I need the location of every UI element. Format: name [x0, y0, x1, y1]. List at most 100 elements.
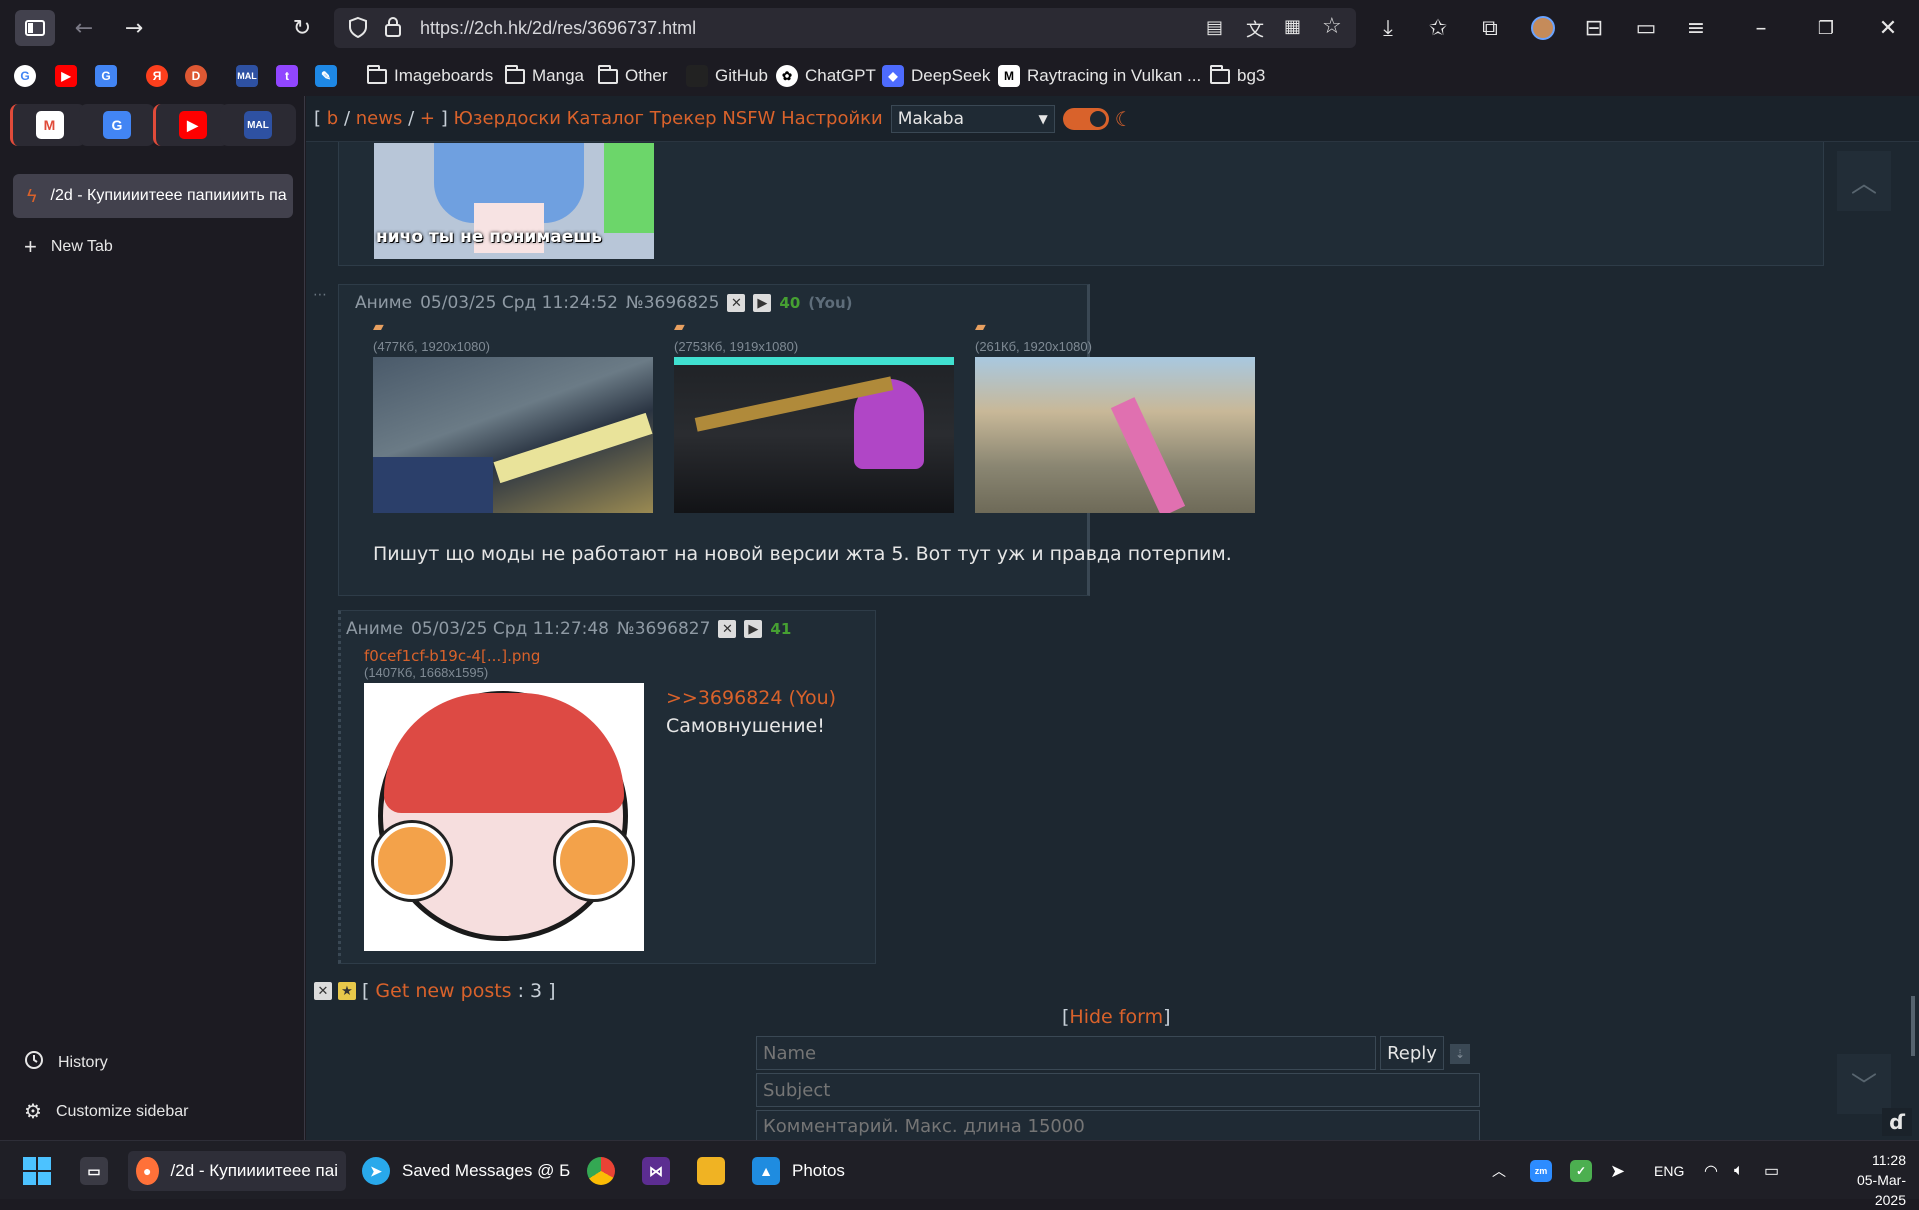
taskbar-visual-studio[interactable]: ⋈: [642, 1151, 670, 1191]
extensions-icon[interactable]: ⧉: [1472, 10, 1508, 46]
get-new-posts-link[interactable]: Get new posts: [375, 980, 511, 1002]
moon-icon[interactable]: ☾: [1115, 107, 1133, 131]
bookmarks-menu-icon[interactable]: ✩: [1420, 10, 1456, 46]
youtube-bookmark-icon[interactable]: ▶: [55, 64, 77, 88]
taskbar-chrome[interactable]: [587, 1151, 615, 1191]
nav-link-nsfw[interactable]: NSFW: [722, 108, 775, 129]
pinned-tab-youtube[interactable]: ▶: [153, 104, 229, 146]
post-number[interactable]: №3696827: [617, 619, 710, 639]
downloads-icon[interactable]: ⤓: [1370, 10, 1406, 46]
sidebar-toggle-icon[interactable]: [15, 10, 55, 46]
bookmark-folder-imageboards[interactable]: Imageboards: [367, 64, 493, 88]
bookmark-star-icon[interactable]: ☆: [1322, 14, 1342, 39]
nav-link-userboards[interactable]: Юзердоски: [453, 108, 560, 129]
nav-link-settings[interactable]: Настройки: [781, 108, 883, 129]
hide-post-icon[interactable]: ✕: [727, 294, 746, 312]
url-text[interactable]: https://2ch.hk/2d/res/3696737.html: [420, 18, 696, 39]
bookmark-folder-other[interactable]: Other: [598, 64, 668, 88]
reader-view-icon[interactable]: ▤: [1206, 17, 1223, 38]
play-icon[interactable]: ▶: [744, 620, 763, 638]
forward-icon[interactable]: →: [116, 10, 152, 46]
bookmark-github[interactable]: GitHub: [686, 64, 768, 88]
sidebar-panel-icon[interactable]: ▭: [1628, 10, 1664, 46]
nav-link-tracker[interactable]: Трекер: [650, 108, 717, 129]
wifi-icon[interactable]: ◠: [1704, 1151, 1718, 1191]
nav-link-catalog[interactable]: Каталог: [567, 108, 644, 129]
containers-icon[interactable]: ⊟: [1576, 10, 1612, 46]
board-link-news[interactable]: news: [356, 108, 403, 129]
menu-icon[interactable]: ≡: [1678, 10, 1714, 46]
page-scrollbar-thumb[interactable]: [1911, 996, 1915, 1056]
dollchan-extension-icon[interactable]: ɗ: [1882, 1108, 1912, 1136]
translate-icon[interactable]: 文: [1246, 16, 1264, 42]
battery-icon[interactable]: ▭: [1764, 1151, 1779, 1191]
volume-icon[interactable]: 🔈︎: [1734, 1151, 1744, 1191]
scroll-down-button[interactable]: ﹀: [1837, 1054, 1891, 1114]
zoom-tray-icon[interactable]: zm: [1530, 1151, 1552, 1191]
post-number[interactable]: №3696825: [626, 293, 719, 313]
hide-form-link[interactable]: Hide form: [1069, 1006, 1163, 1028]
active-tab[interactable]: ϟ /2d - Купиииитеее папиииить па: [13, 174, 293, 218]
post-image-thumbnail[interactable]: ничо ты не понимаешь: [374, 143, 654, 259]
file-icon[interactable]: ▰: [373, 319, 384, 335]
board-link-b[interactable]: b: [327, 108, 338, 129]
pinned-tab-translate[interactable]: G: [79, 104, 155, 146]
star-icon[interactable]: ★: [338, 982, 356, 1000]
close-window-icon[interactable]: ✕: [1870, 10, 1906, 46]
play-icon[interactable]: ▶: [753, 294, 772, 312]
task-view-button[interactable]: ▭: [80, 1151, 108, 1191]
yandex-bookmark-icon[interactable]: Я: [146, 64, 168, 88]
taskbar-telegram[interactable]: ➤ Saved Messages @ Б: [362, 1151, 570, 1191]
reply-button[interactable]: Reply: [1380, 1036, 1444, 1070]
bookmark-chatgpt[interactable]: ✿ ChatGPT: [776, 64, 876, 88]
file-name-link[interactable]: f0cef1cf-b19c-4[...].png: [364, 647, 540, 665]
mal-bookmark-icon[interactable]: MAL: [236, 64, 258, 88]
pinned-tab-gmail[interactable]: M: [10, 104, 86, 146]
translate-bookmark-icon[interactable]: G: [95, 64, 117, 88]
taskbar-firefox[interactable]: ● /2d - Купиииитеее паі: [128, 1151, 346, 1191]
pinned-tab-mal[interactable]: MAL: [220, 104, 296, 146]
minimize-icon[interactable]: –: [1743, 10, 1779, 46]
shield-icon[interactable]: [348, 16, 368, 42]
back-icon[interactable]: ←: [66, 10, 102, 46]
extensions-grid-icon[interactable]: ▦: [1284, 16, 1301, 37]
language-indicator[interactable]: ENG: [1654, 1151, 1684, 1191]
bookmark-raytracing[interactable]: M Raytracing in Vulkan ...: [998, 64, 1201, 88]
duckduckgo-bookmark-icon[interactable]: D: [185, 64, 207, 88]
comment-textarea[interactable]: [756, 1110, 1480, 1140]
reload-icon[interactable]: ↻: [284, 10, 320, 46]
close-icon[interactable]: ✕: [314, 982, 332, 1000]
new-tab-button[interactable]: + New Tab: [24, 234, 113, 260]
security-tray-icon[interactable]: ✓: [1570, 1151, 1592, 1191]
app-bookmark-icon[interactable]: ✎: [315, 64, 337, 88]
start-button[interactable]: [22, 1151, 52, 1191]
url-bar[interactable]: https://2ch.hk/2d/res/3696737.html ▤ 文 ▦…: [334, 8, 1356, 48]
post-image-thumbnail[interactable]: [373, 357, 653, 513]
post-image-thumbnail[interactable]: [975, 357, 1255, 513]
lock-icon[interactable]: [384, 16, 402, 42]
telegram-tray-icon[interactable]: ➤: [1610, 1151, 1625, 1191]
theme-toggle[interactable]: [1062, 107, 1109, 130]
customize-sidebar-button[interactable]: ⚙ Customize sidebar: [24, 1099, 188, 1124]
form-options-icon[interactable]: ⇣: [1450, 1044, 1470, 1064]
board-link-plus[interactable]: +: [420, 108, 435, 129]
bookmark-deepseek[interactable]: ◆ DeepSeek: [882, 64, 990, 88]
style-select[interactable]: Makaba ▼: [890, 104, 1055, 133]
scroll-up-button[interactable]: ︿: [1837, 151, 1891, 211]
clock[interactable]: 11:28 05-Mar-2025: [1830, 1150, 1906, 1210]
name-input[interactable]: [756, 1036, 1376, 1070]
tray-overflow-icon[interactable]: ︿: [1492, 1151, 1506, 1191]
subject-input[interactable]: [756, 1073, 1480, 1107]
bookmark-folder-bg3[interactable]: bg3: [1210, 64, 1265, 88]
google-bookmark-icon[interactable]: G: [14, 64, 36, 88]
file-icon[interactable]: ▰: [975, 319, 986, 335]
history-button[interactable]: History: [24, 1050, 108, 1075]
file-icon[interactable]: ▰: [674, 319, 685, 335]
restore-icon[interactable]: ❐: [1808, 10, 1844, 46]
post-image-thumbnail[interactable]: [674, 357, 954, 513]
reply-link[interactable]: >>3696824 (You): [666, 687, 836, 709]
bookmark-folder-manga[interactable]: Manga: [505, 64, 584, 88]
post-image-thumbnail[interactable]: [364, 683, 644, 951]
hide-post-icon[interactable]: ✕: [718, 620, 737, 638]
post-menu-icon[interactable]: ⋯: [313, 287, 327, 303]
